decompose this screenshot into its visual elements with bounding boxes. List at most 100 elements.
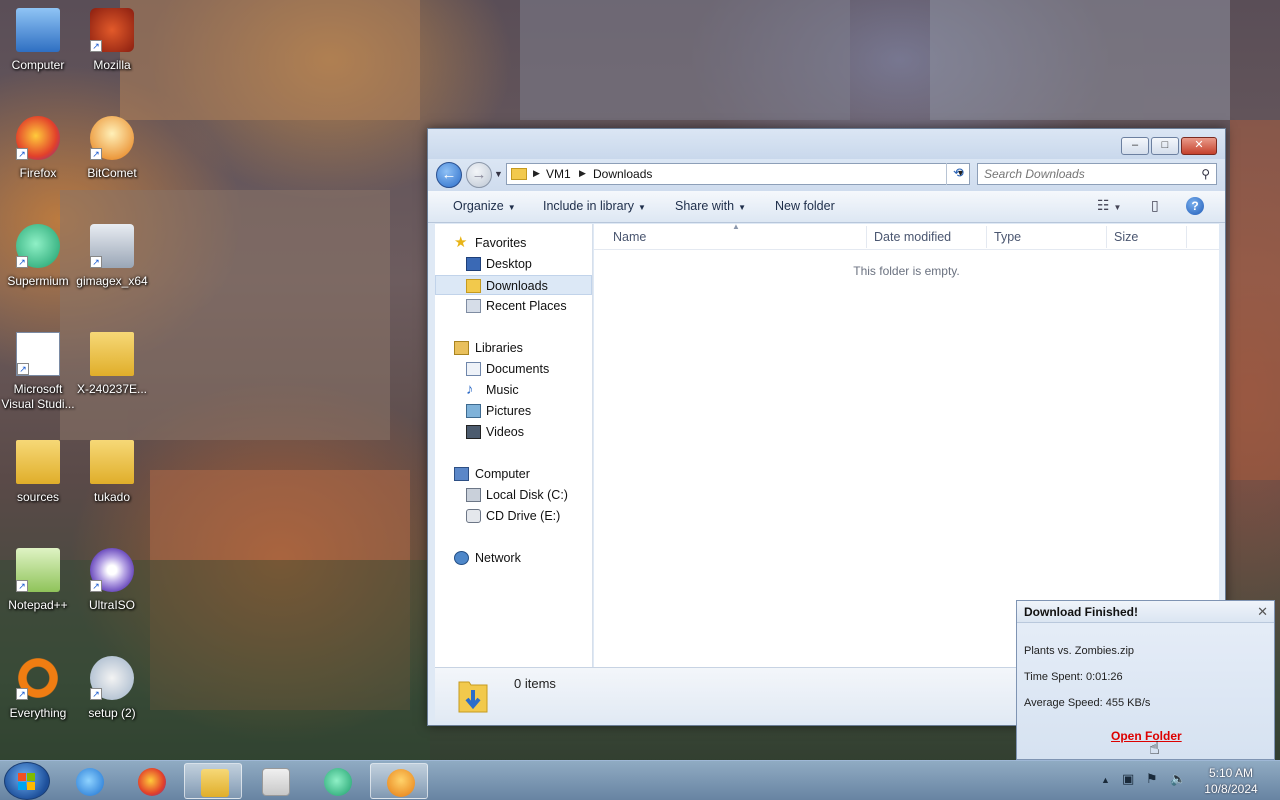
desktop-icon-zip-folder[interactable]: X-240237E...: [74, 328, 150, 428]
minimize-button[interactable]: ‒: [1121, 137, 1149, 155]
address-bar[interactable]: ▶ VM1 ▶ Downloads ▼: [506, 163, 970, 185]
show-hidden-icons-icon[interactable]: ▲: [1101, 775, 1110, 785]
column-type[interactable]: Type: [994, 230, 1021, 244]
back-button[interactable]: ←: [436, 162, 462, 188]
desktop-icon-label: Microsoft Visual Studi...: [1, 382, 75, 411]
organize-menu[interactable]: Organize ▼: [453, 199, 516, 213]
taskbar-internet-explorer[interactable]: [60, 763, 118, 799]
desktop-icon-ultraiso[interactable]: ↗ UltraISO: [74, 544, 150, 644]
close-button[interactable]: ✕: [1181, 137, 1217, 155]
nav-libraries[interactable]: Libraries: [435, 338, 592, 358]
system-clock[interactable]: 5:10 AM 10/8/2024: [1196, 765, 1266, 797]
column-size[interactable]: Size: [1114, 230, 1138, 244]
pictures-icon: [466, 404, 481, 418]
preview-pane-icon[interactable]: ▯: [1151, 197, 1159, 214]
view-options-icon[interactable]: ☷ ▼: [1097, 197, 1121, 214]
column-name[interactable]: Name: [613, 230, 646, 244]
desktop-icon-mozilla[interactable]: ↗ Mozilla: [74, 4, 150, 104]
start-button[interactable]: [4, 762, 50, 800]
column-divider[interactable]: [986, 226, 987, 248]
column-divider[interactable]: [866, 226, 867, 248]
volume-muted-icon[interactable]: 🔈: [1170, 771, 1186, 787]
download-finished-popup[interactable]: Download Finished! ✕ Plants vs. Zombies.…: [1016, 600, 1275, 760]
breadcrumb-arrow-icon[interactable]: ▶: [533, 168, 540, 179]
taskbar: ▲ ▣ ⚑ 🔈 5:10 AM 10/8/2024: [0, 760, 1280, 800]
desktop-icon-visual-studio[interactable]: ↗ Microsoft Visual Studi...: [0, 328, 76, 428]
desktop-icon-sources[interactable]: sources: [0, 436, 76, 536]
empty-folder-message: This folder is empty.: [853, 264, 960, 278]
forward-button[interactable]: →: [466, 162, 492, 188]
taskbar-supermium[interactable]: [308, 763, 366, 799]
shortcut-arrow-icon: ↗: [16, 688, 28, 700]
breadcrumb-downloads[interactable]: Downloads: [593, 167, 652, 181]
window-titlebar[interactable]: ‒ □ ✕: [428, 129, 1225, 159]
folder-icon: [201, 769, 229, 797]
taskbar-explorer[interactable]: [184, 763, 242, 799]
computer-icon: [16, 8, 60, 52]
taskbar-media-player[interactable]: [246, 763, 304, 799]
column-divider[interactable]: [1186, 226, 1187, 248]
desktop-icon-label: Computer: [11, 58, 65, 72]
firefox-icon: ↗: [16, 116, 60, 160]
help-icon[interactable]: ?: [1186, 197, 1204, 215]
nav-favorites-label: Favorites: [475, 236, 527, 250]
action-center-flag-icon[interactable]: ⚑: [1146, 771, 1158, 787]
search-input[interactable]: [984, 165, 1184, 183]
mozilla-icon: ↗: [90, 8, 134, 52]
desktop-icon-firefox[interactable]: ↗ Firefox: [0, 112, 76, 212]
everything-icon: ↗: [16, 656, 60, 700]
desktop-icon-computer[interactable]: Computer: [0, 4, 76, 104]
network-tray-icon[interactable]: ▣: [1122, 771, 1134, 787]
chevron-down-icon: ▼: [638, 203, 646, 212]
desktop-icon-notepad-plus-plus[interactable]: ↗ Notepad++: [0, 544, 76, 644]
nav-desktop[interactable]: Desktop: [435, 254, 592, 274]
hard-drive-icon: [466, 488, 481, 502]
refresh-icon[interactable]: ⟲: [946, 163, 970, 185]
breadcrumb-vm1[interactable]: VM1: [546, 167, 571, 181]
nav-documents[interactable]: Documents: [435, 359, 592, 379]
desktop-icon-label: Mozilla: [93, 58, 131, 72]
nav-cd-drive-label: CD Drive (E:): [486, 509, 561, 523]
nav-music[interactable]: ♪ Music: [435, 380, 592, 400]
address-row: ← → ▼ ▶ VM1 ▶ Downloads ▼ ⟲ ⚲: [428, 159, 1225, 191]
desktop-icon-setup[interactable]: ↗ setup (2): [74, 652, 150, 752]
popup-title: Download Finished!: [1024, 605, 1138, 619]
search-box[interactable]: ⚲: [977, 163, 1217, 185]
nav-cd-drive[interactable]: CD Drive (E:): [435, 506, 592, 526]
include-in-library-menu[interactable]: Include in library ▼: [543, 199, 646, 213]
bitcomet-icon: [387, 769, 415, 797]
nav-recent-places[interactable]: Recent Places: [435, 296, 592, 316]
nav-computer[interactable]: Computer: [435, 464, 592, 484]
desktop-icon-gimagex[interactable]: ↗ gimagex_x64: [74, 220, 150, 320]
share-with-menu[interactable]: Share with ▼: [675, 199, 746, 213]
maximize-button[interactable]: □: [1151, 137, 1179, 155]
column-divider[interactable]: [1106, 226, 1107, 248]
desktop-icon-tukado[interactable]: tukado: [74, 436, 150, 536]
firefox-icon: [138, 768, 166, 796]
taskbar-bitcomet[interactable]: [370, 763, 428, 799]
nav-recent-places-label: Recent Places: [486, 299, 567, 313]
nav-libraries-label: Libraries: [475, 341, 523, 355]
desktop-icon-everything[interactable]: ↗ Everything: [0, 652, 76, 752]
open-folder-link[interactable]: Open Folder: [1111, 729, 1182, 743]
nav-favorites[interactable]: ★ Favorites: [435, 233, 592, 253]
share-with-label: Share with: [675, 199, 735, 213]
desktop-icon-bitcomet[interactable]: ↗ BitComet: [74, 112, 150, 212]
search-icon[interactable]: ⚲: [1201, 167, 1210, 181]
nav-pictures[interactable]: Pictures: [435, 401, 592, 421]
new-folder-button[interactable]: New folder: [775, 199, 835, 213]
close-icon[interactable]: ✕: [1257, 604, 1268, 620]
nav-videos[interactable]: Videos: [435, 422, 592, 442]
nav-local-disk[interactable]: Local Disk (C:): [435, 485, 592, 505]
clock-date: 10/8/2024: [1204, 782, 1258, 796]
column-date-modified[interactable]: Date modified: [874, 230, 951, 244]
documents-icon: [466, 362, 481, 376]
recent-pages-dropdown-icon[interactable]: ▼: [494, 169, 503, 179]
taskbar-firefox[interactable]: [122, 763, 180, 799]
desktop-icon-supermium[interactable]: ↗ Supermium: [0, 220, 76, 320]
videos-icon: [466, 425, 481, 439]
desktop-icon-label: Firefox: [19, 166, 57, 180]
breadcrumb-arrow-icon[interactable]: ▶: [579, 168, 586, 179]
nav-network[interactable]: Network: [435, 548, 592, 568]
nav-downloads[interactable]: Downloads: [435, 275, 592, 295]
